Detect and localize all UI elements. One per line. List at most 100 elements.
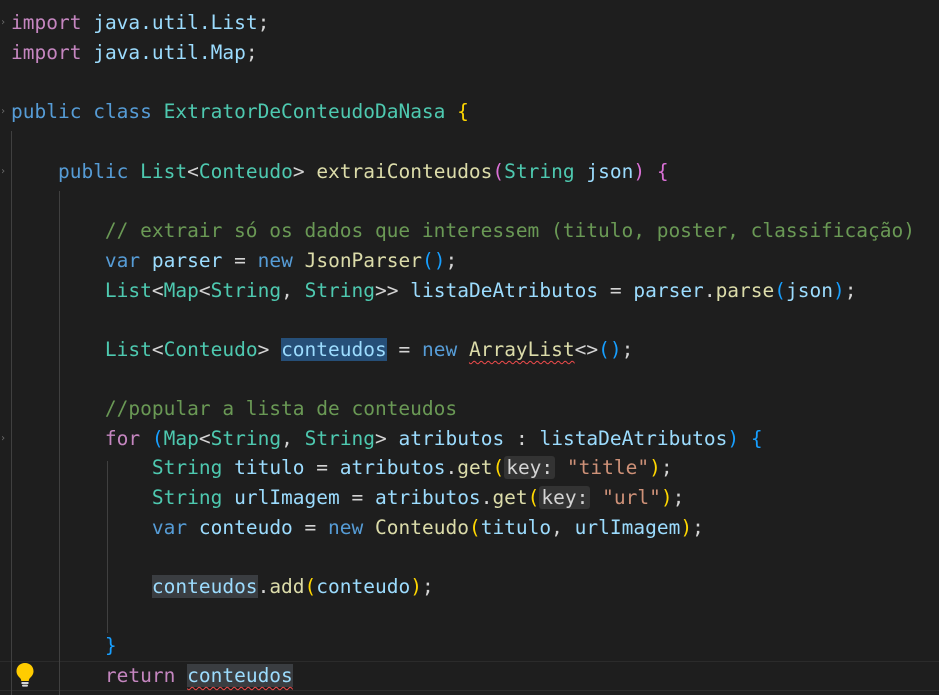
paren: ) bbox=[649, 456, 661, 479]
paren: ) bbox=[832, 279, 845, 302]
code-line[interactable]: return conteudos bbox=[11, 661, 293, 691]
angle-bracket: > bbox=[375, 427, 387, 450]
variable-name: atributos bbox=[398, 427, 505, 450]
angle-bracket: < bbox=[198, 279, 211, 302]
code-line[interactable]: String titulo = atributos.get(key: "titl… bbox=[11, 453, 673, 483]
code-line[interactable]: //popular a lista de conteudos bbox=[11, 394, 457, 424]
code-line[interactable]: public class ExtratorDeConteudoDaNasa { bbox=[11, 97, 469, 127]
fold-marker[interactable]: › bbox=[0, 157, 6, 187]
variable-name: urlImagem bbox=[234, 486, 340, 509]
code-line[interactable]: import java.util.Map; bbox=[11, 38, 258, 68]
import-path: java.util.List bbox=[93, 11, 258, 34]
semicolon: ; bbox=[445, 249, 458, 272]
fold-marker[interactable]: › bbox=[0, 8, 6, 38]
semicolon: ; bbox=[692, 516, 704, 539]
type-name: Map bbox=[163, 279, 199, 302]
angle-bracket: > bbox=[292, 160, 305, 183]
angle-bracket: >> bbox=[375, 279, 399, 302]
keyword-new: new bbox=[421, 338, 458, 361]
code-editor[interactable]: › › › › import java.util.List; import ja… bbox=[0, 0, 939, 695]
fold-marker[interactable]: › bbox=[0, 424, 6, 454]
type-name: String bbox=[304, 279, 376, 302]
code-line[interactable]: import java.util.List; bbox=[11, 8, 269, 38]
comma: , bbox=[281, 279, 293, 302]
import-path: java.util.Map bbox=[93, 41, 246, 64]
code-line[interactable]: for (Map<String, String> atributos : lis… bbox=[11, 424, 763, 454]
dot: . bbox=[445, 456, 458, 479]
type-name: List bbox=[104, 338, 152, 361]
keyword-new: new bbox=[257, 249, 293, 272]
semicolon: ; bbox=[245, 41, 258, 64]
highlighted-occurrence[interactable]: conteudos bbox=[151, 575, 258, 598]
code-line[interactable]: String urlImagem = atributos.get(key: "u… bbox=[11, 483, 684, 513]
semicolon: ; bbox=[621, 338, 634, 361]
argument: titulo bbox=[480, 516, 552, 539]
paren: ( bbox=[304, 575, 317, 598]
angle-bracket: > bbox=[257, 338, 270, 361]
paren: ) bbox=[727, 427, 740, 450]
type-name: List bbox=[140, 160, 188, 183]
operator: = bbox=[609, 279, 622, 302]
code-line[interactable]: var parser = new JsonParser(); bbox=[11, 246, 457, 276]
paren: () bbox=[422, 249, 446, 272]
paren: ( bbox=[527, 486, 540, 509]
semicolon: ; bbox=[421, 575, 434, 598]
operator: = bbox=[351, 486, 364, 509]
paren: () bbox=[598, 338, 622, 361]
brace: { bbox=[750, 427, 763, 450]
type-name: String bbox=[151, 486, 223, 509]
code-line[interactable]: List<Conteudo> conteudos = new ArrayList… bbox=[11, 335, 633, 365]
selected-variable[interactable]: conteudos bbox=[281, 338, 387, 361]
paren: ) bbox=[680, 516, 693, 539]
keyword-for: for bbox=[104, 427, 141, 450]
code-line[interactable]: } bbox=[11, 631, 117, 661]
operator: = bbox=[316, 456, 329, 479]
argument: conteudo bbox=[316, 575, 411, 598]
code-line[interactable]: public List<Conteudo> extraiConteudos(St… bbox=[11, 157, 669, 187]
keyword-import: import bbox=[11, 11, 82, 34]
class-name: ExtratorDeConteudoDaNasa bbox=[163, 100, 446, 123]
dot: . bbox=[257, 575, 270, 598]
keyword-class: class bbox=[93, 100, 152, 123]
type-name: Conteudo bbox=[198, 160, 293, 183]
diamond-operator: <> bbox=[574, 338, 599, 361]
keyword-var: var bbox=[151, 516, 188, 539]
parameter-hint: key: bbox=[504, 456, 556, 479]
code-comment: //popular a lista de conteudos bbox=[104, 397, 458, 420]
paren: ) bbox=[660, 486, 673, 509]
semicolon: ; bbox=[672, 486, 685, 509]
code-line[interactable]: conteudos.add(conteudo); bbox=[11, 572, 434, 602]
iterable-ref: listaDeAtributos bbox=[539, 427, 728, 450]
type-name: Conteudo bbox=[163, 338, 258, 361]
object-ref: parser bbox=[633, 279, 704, 302]
code-line[interactable]: var conteudo = new Conteudo(titulo, urlI… bbox=[11, 513, 704, 543]
lightbulb-icon[interactable] bbox=[15, 662, 35, 688]
angle-bracket: < bbox=[151, 279, 164, 302]
paren: ) bbox=[410, 575, 422, 598]
highlighted-occurrence[interactable]: conteudos bbox=[187, 664, 293, 687]
code-line[interactable]: List<Map<String, String>> listaDeAtribut… bbox=[11, 276, 857, 306]
code-line[interactable]: // extrair só os dados que interessem (t… bbox=[11, 216, 915, 246]
parameter-hint: key: bbox=[539, 486, 591, 509]
dot: . bbox=[480, 486, 493, 509]
operator: = bbox=[234, 249, 246, 272]
method-name: add bbox=[269, 575, 305, 598]
comma: , bbox=[551, 516, 563, 539]
string-literal: "url" bbox=[602, 486, 661, 509]
argument: urlImagem bbox=[574, 516, 681, 539]
argument: json bbox=[786, 279, 833, 302]
variable-name: titulo bbox=[234, 456, 305, 479]
method-name: get bbox=[457, 456, 493, 479]
fold-marker[interactable]: › bbox=[0, 97, 6, 127]
type-name: List bbox=[104, 279, 152, 302]
dot: . bbox=[703, 279, 716, 302]
keyword-public: public bbox=[11, 100, 82, 123]
angle-bracket: < bbox=[198, 427, 211, 450]
paren: ( bbox=[151, 427, 164, 450]
constructor-name[interactable]: ArrayList bbox=[469, 338, 575, 361]
brace: { bbox=[457, 100, 469, 123]
paren: ) bbox=[633, 160, 646, 183]
keyword-import: import bbox=[11, 41, 82, 64]
semicolon: ; bbox=[660, 456, 673, 479]
variable-name: conteudo bbox=[198, 516, 293, 539]
